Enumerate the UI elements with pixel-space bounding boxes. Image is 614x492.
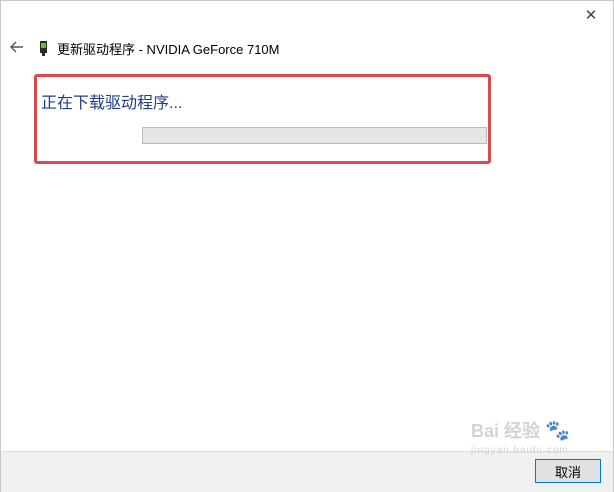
watermark-sub: jingyan.baidu.com xyxy=(471,445,569,456)
close-icon: ✕ xyxy=(584,7,598,24)
dialog-header: 更新驱动程序 - NVIDIA GeForce 710M xyxy=(39,39,280,57)
dialog-title: 更新驱动程序 - NVIDIA GeForce 710M xyxy=(57,41,280,57)
back-button[interactable] xyxy=(7,37,27,57)
close-button[interactable]: ✕ xyxy=(571,1,611,29)
back-arrow-icon xyxy=(10,41,23,53)
update-driver-window: ✕ 更新驱动程序 - NVIDIA GeForce 710M 正在下载驱动程序.… xyxy=(0,0,614,492)
paw-icon: 🐾 xyxy=(545,420,570,442)
baidu-watermark: Bai 经验 🐾 jingyan.baidu.com xyxy=(471,421,581,471)
annotation-highlight-box xyxy=(34,74,491,164)
graphics-card-icon xyxy=(40,41,47,56)
watermark-text: Bai 经验 xyxy=(471,421,541,441)
